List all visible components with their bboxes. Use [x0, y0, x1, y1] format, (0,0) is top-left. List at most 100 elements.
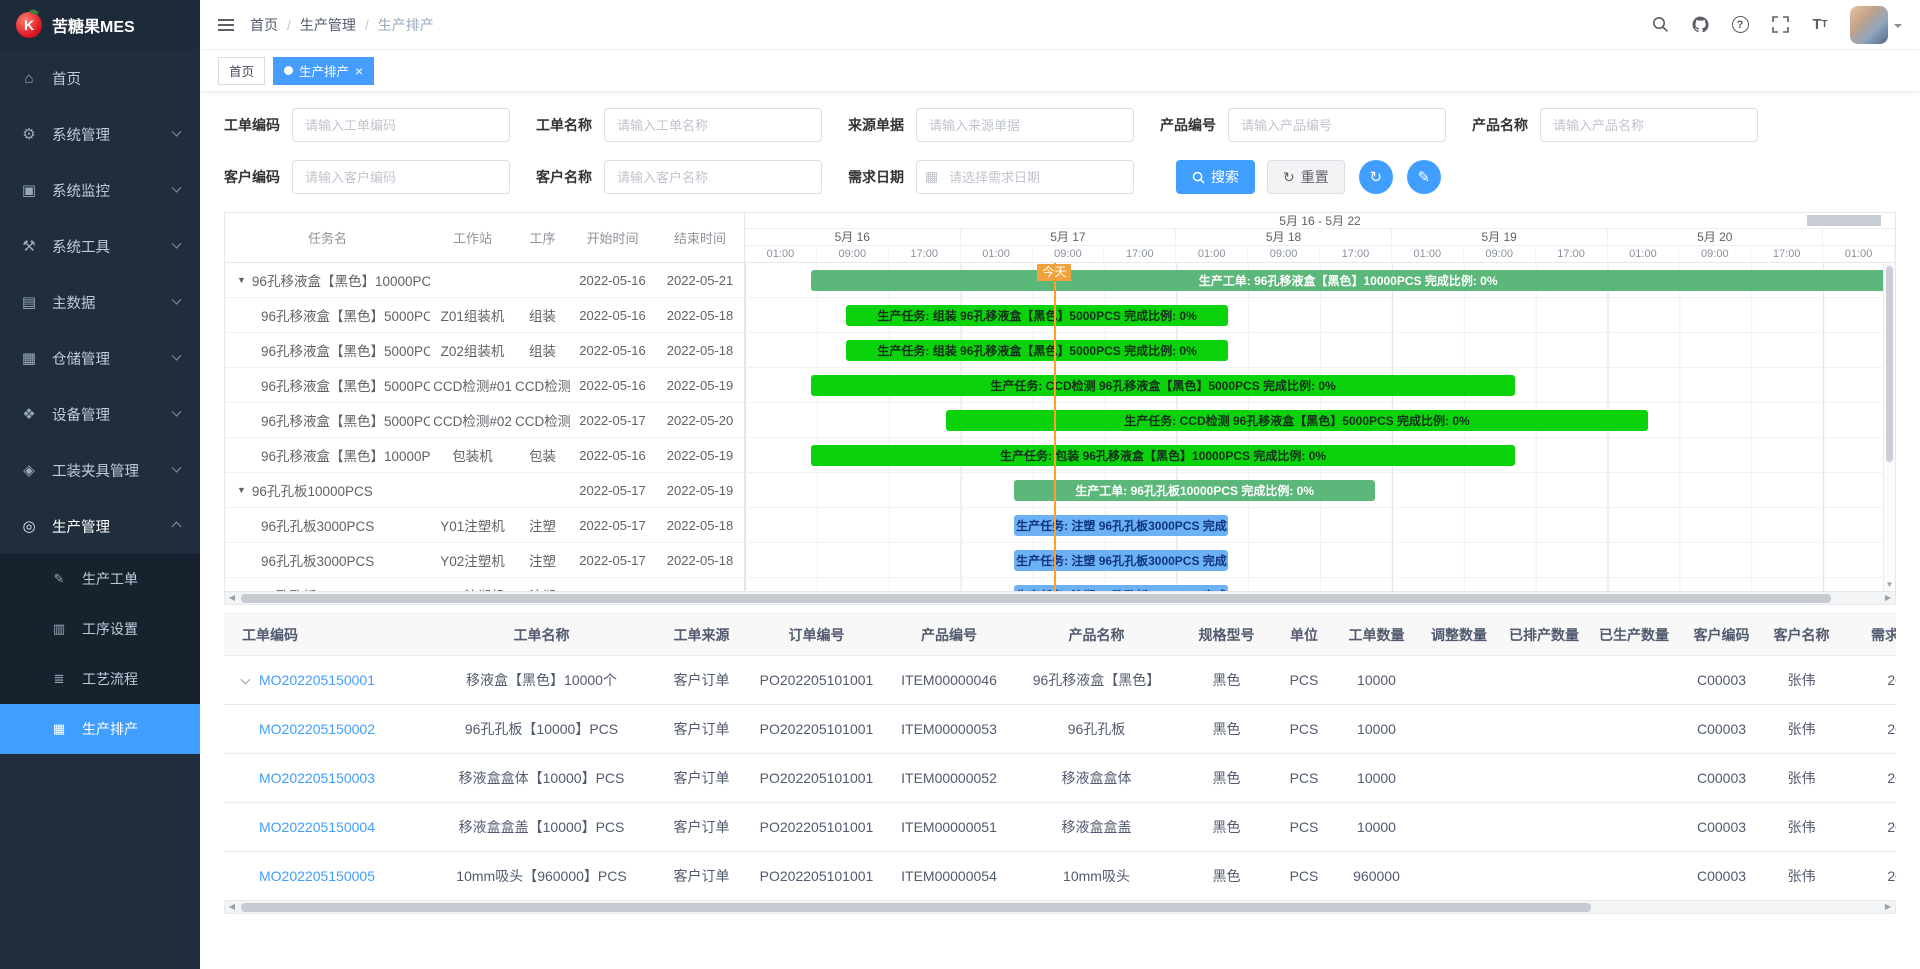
gantt-task-row-2[interactable]: 96孔移液盒【黑色】5000PCSZ02组装机组装2022-05-162022-… — [225, 333, 744, 368]
sidebar-subitem-2[interactable]: ≣工艺流程 — [0, 654, 200, 704]
task-bar[interactable]: 生产任务: 组装 96孔移液盒【黑色】5000PCS 完成比例: 0% — [846, 305, 1228, 326]
tab-1[interactable]: 生产排产× — [273, 57, 374, 85]
scroll-left-icon[interactable]: ◀ — [225, 901, 239, 913]
gantt-task-row-1[interactable]: 96孔移液盒【黑色】5000PCSZ01组装机组装2022-05-162022-… — [225, 298, 744, 333]
text-input-来源单据[interactable] — [916, 108, 1134, 142]
github-icon[interactable] — [1690, 15, 1710, 35]
work-order-link[interactable]: MO202205150001 — [259, 672, 375, 688]
timeline-header-scrollbar[interactable] — [1807, 215, 1881, 226]
close-icon[interactable]: × — [355, 64, 363, 78]
task-bar[interactable]: 生产任务: 注塑 96孔孔板3000PCS 完成比例: 0% — [1014, 585, 1228, 591]
vertical-scroll-thumb[interactable] — [1886, 266, 1893, 462]
cell-product_code: ITEM00000051 — [884, 803, 1014, 852]
search-icon[interactable] — [1650, 15, 1670, 35]
scroll-left-icon[interactable]: ◀ — [225, 592, 239, 604]
edit-button[interactable]: ✎ — [1407, 160, 1441, 194]
gantt-task-row-6[interactable]: ▼96孔孔板10000PCS2022-05-172022-05-19 — [225, 473, 744, 508]
tab-0[interactable]: 首页 — [218, 57, 265, 85]
task-bar[interactable]: 生产任务: CCD检测 96孔移液盒【黑色】5000PCS 完成比例: 0% — [811, 375, 1516, 396]
gantt-task-row-0[interactable]: ▼96孔移液盒【黑色】10000PCS2022-05-162022-05-21 — [225, 263, 744, 298]
work-order-link[interactable]: MO202205150002 — [259, 721, 375, 737]
chevron-down-icon — [172, 182, 182, 192]
task-bar[interactable]: 生产任务: 注塑 96孔孔板3000PCS 完成比例: 0% — [1014, 515, 1228, 536]
form-field: 客户编码 — [224, 160, 510, 194]
timeline-body: 生产工单: 96孔移液盒【黑色】10000PCS 完成比例: 0% 生产任务: 组… — [745, 263, 1895, 591]
sidebar-item-label: 设备管理 — [52, 404, 173, 425]
cell-adjust — [1419, 656, 1499, 705]
work-order-link[interactable]: MO202205150005 — [259, 868, 375, 884]
task-name: 96孔孔板10000PCS — [252, 480, 373, 500]
text-input-客户名称[interactable] — [604, 160, 822, 194]
search-button[interactable]: 搜索 — [1176, 160, 1255, 194]
sidebar-subitem-1[interactable]: ▥工序设置 — [0, 604, 200, 654]
sidebar-item-5[interactable]: ▦仓储管理 — [0, 330, 200, 386]
user-menu[interactable] — [1850, 6, 1902, 44]
row-expand-chevron-icon[interactable] — [241, 675, 251, 685]
avatar[interactable] — [1850, 6, 1888, 44]
work-order-bar[interactable]: 生产工单: 96孔孔板10000PCS 完成比例: 0% — [1014, 480, 1375, 501]
task-start-date: 2022-05-16 — [570, 273, 655, 288]
font-size-icon[interactable]: TT — [1810, 15, 1830, 35]
gantt-task-row-8[interactable]: 96孔孔板3000PCSY02注塑机注塑2022-05-172022-05-18 — [225, 543, 744, 578]
breadcrumb-item-0[interactable]: 首页 — [250, 15, 278, 35]
sidebar-item-7[interactable]: ◈工装夹具管理 — [0, 442, 200, 498]
table-row[interactable]: MO20220515000510mm吸头【960000】PCS客户订单PO202… — [224, 852, 1896, 901]
sidebar-item-4[interactable]: ▤主数据 — [0, 274, 200, 330]
expand-triangle-icon[interactable]: ▼ — [237, 275, 246, 285]
text-input-工单名称[interactable] — [604, 108, 822, 142]
gantt-vertical-scrollbar[interactable]: ▼ — [1883, 264, 1895, 591]
table-row[interactable]: MO20220515000296孔孔板【10000】PCS客户订单PO20220… — [224, 705, 1896, 754]
text-input-产品名称[interactable] — [1540, 108, 1758, 142]
cell-scheduled — [1499, 803, 1589, 852]
text-input-工单编码[interactable] — [292, 108, 510, 142]
orders-horizontal-scrollbar[interactable]: ◀ ▶ — [224, 901, 1896, 914]
horizontal-scroll-thumb[interactable] — [241, 594, 1831, 603]
text-input-客户编码[interactable] — [292, 160, 510, 194]
sidebar-item-0[interactable]: ⌂首页 — [0, 50, 200, 106]
timeline-header: 5月 16 - 5月 22 5月 165月 175月 185月 195月 20 … — [745, 213, 1895, 263]
refresh-button[interactable]: ↻ — [1359, 160, 1393, 194]
help-icon[interactable]: ? — [1730, 15, 1750, 35]
task-bar[interactable]: 生产任务: 组装 96孔移液盒【黑色】5000PCS 完成比例: 0% — [846, 340, 1228, 361]
work-order-bar[interactable]: 生产工单: 96孔移液盒【黑色】10000PCS 完成比例: 0% — [811, 270, 1886, 291]
table-row[interactable]: MO202205150003移液盒盒体【10000】PCS客户订单PO20220… — [224, 754, 1896, 803]
sidebar-item-8[interactable]: ◎生产管理 — [0, 498, 200, 554]
sidebar-item-label: 系统工具 — [52, 236, 173, 257]
fullscreen-icon[interactable] — [1770, 15, 1790, 35]
gantt-task-row-7[interactable]: 96孔孔板3000PCSY01注塑机注塑2022-05-172022-05-18 — [225, 508, 744, 543]
chevron-down-icon — [172, 294, 182, 304]
sidebar-item-2[interactable]: ▣系统监控 — [0, 162, 200, 218]
breadcrumb-item-1[interactable]: 生产管理 — [300, 15, 356, 35]
sidebar-item-6[interactable]: ❖设备管理 — [0, 386, 200, 442]
sidebar-item-1[interactable]: ⚙系统管理 — [0, 106, 200, 162]
cell-name: 移液盒盒盖【10000】PCS — [429, 803, 654, 852]
sidebar-toggle-icon[interactable] — [218, 19, 234, 31]
table-row[interactable]: MO202205150004移液盒盒盖【10000】PCS客户订单PO20220… — [224, 803, 1896, 852]
gantt-task-row-4[interactable]: 96孔移液盒【黑色】5000PCSCCD检测#02CCD检测2022-05-17… — [225, 403, 744, 438]
task-bar[interactable]: 生产任务: 包装 96孔移液盒【黑色】10000PCS 完成比例: 0% — [811, 445, 1516, 466]
sidebar-subitem-3[interactable]: ▦生产排产 — [0, 704, 200, 754]
task-bar[interactable]: 生产任务: 注塑 96孔孔板3000PCS 完成比例: 0% — [1014, 550, 1228, 571]
gantt-horizontal-scrollbar[interactable]: ◀ ▶ — [224, 592, 1896, 605]
gantt-task-row-5[interactable]: 96孔移液盒【黑色】10000PCS包装机包装2022-05-162022-05… — [225, 438, 744, 473]
expand-triangle-icon[interactable]: ▼ — [237, 485, 246, 495]
table-row[interactable]: MO202205150001移液盒【黑色】10000个客户订单PO2022051… — [224, 656, 1896, 705]
sidebar-item-3[interactable]: ⚒系统工具 — [0, 218, 200, 274]
reset-button[interactable]: ↻重置 — [1267, 160, 1345, 194]
cell-scheduled — [1499, 852, 1589, 901]
horizontal-scroll-thumb[interactable] — [241, 903, 1591, 912]
scroll-right-icon[interactable]: ▶ — [1881, 901, 1895, 913]
work-order-link[interactable]: MO202205150003 — [259, 770, 375, 786]
work-order-link[interactable]: MO202205150004 — [259, 819, 375, 835]
gantt-task-row-3[interactable]: 96孔移液盒【黑色】5000PCSCCD检测#01CCD检测2022-05-16… — [225, 368, 744, 403]
cell-qty: 10000 — [1334, 754, 1419, 803]
scroll-right-icon[interactable]: ▶ — [1881, 592, 1895, 604]
task-bar[interactable]: 生产任务: CCD检测 96孔移液盒【黑色】5000PCS 完成比例: 0% — [946, 410, 1648, 431]
gantt-task-row-9[interactable]: 96孔孔板3000PCSY03注塑机注塑2022-05-172022-05-18 — [225, 578, 744, 591]
sidebar-subitem-0[interactable]: ✎生产工单 — [0, 554, 200, 604]
demand-date-input[interactable] — [916, 160, 1134, 194]
text-input-产品编号[interactable] — [1228, 108, 1446, 142]
cell-order_no: PO202205101001 — [749, 705, 884, 754]
scroll-down-icon[interactable]: ▼ — [1884, 579, 1895, 591]
task-end-date: 2022-05-19 — [655, 448, 744, 463]
